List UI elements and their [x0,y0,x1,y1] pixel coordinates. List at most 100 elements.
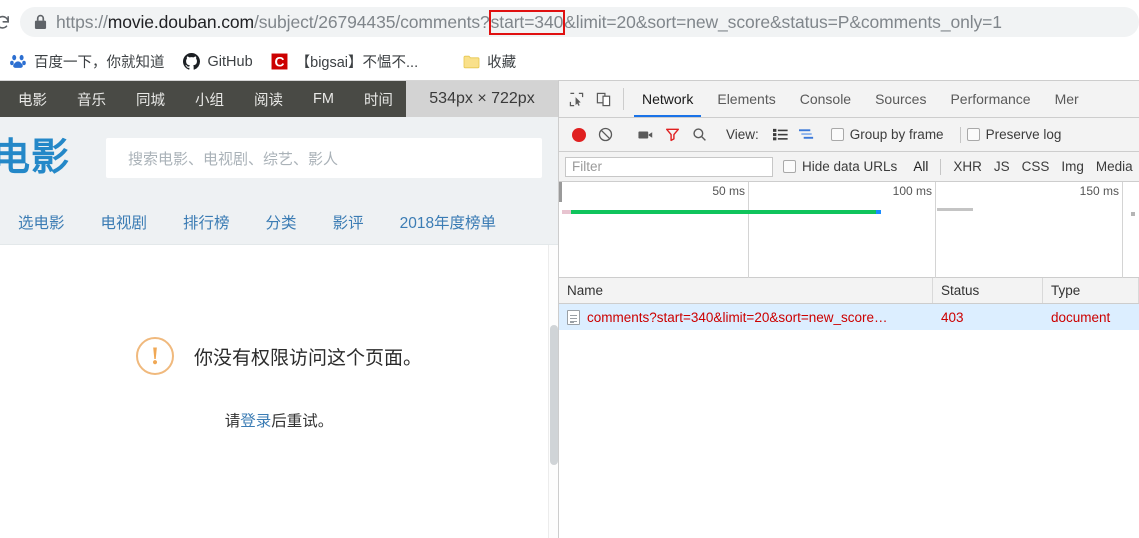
reload-icon[interactable] [0,8,16,36]
topnav-item-read[interactable]: 阅读 [254,89,283,110]
preserve-log-label: Preserve log [985,127,1062,142]
page-scrollbar-thumb[interactable] [550,325,558,465]
bookmark-folder-favorites[interactable]: 收藏 [453,48,525,75]
topnav-item-city[interactable]: 同城 [136,89,165,110]
url-highlight-box: start=340 [488,9,566,35]
toolbar-divider [623,88,624,110]
permission-error-block: ! 你没有权限访问这个页面。 请登录后重试。 [0,245,558,431]
filter-type-css[interactable]: CSS [1022,159,1050,174]
filter-funnel-icon[interactable] [659,127,686,142]
filter-type-media[interactable]: Media [1096,159,1133,174]
timeline-left-marker [559,182,562,202]
error-sub-suffix: 后重试。 [271,413,334,430]
subnav-item-annual-list[interactable]: 2018年度榜单 [400,211,496,233]
bookmarks-bar: 百度一下，你就知道 GitHub C 【bigsai】不愠不... 收藏 [0,44,1139,80]
cell-type: document [1051,309,1111,325]
filter-type-js[interactable]: JS [994,159,1010,174]
topnav-item-time[interactable]: 时间 [364,89,393,110]
cell-status: 403 [941,309,964,325]
bookmark-label: 收藏 [487,55,517,71]
login-link[interactable]: 登录 [240,413,271,430]
douban-logo[interactable]: 电影 [0,139,70,177]
tab-network[interactable]: Network [630,81,705,117]
bookmark-baidu[interactable]: 百度一下，你就知道 [0,48,174,75]
address-bar[interactable]: https://movie.douban.com/subject/2679443… [20,7,1139,37]
column-header-name[interactable]: Name [559,278,933,303]
topnav-item-fm[interactable]: FM [313,91,334,107]
permission-error-subtitle: 请登录后重试。 [225,409,334,431]
bookmark-label: 【bigsai】不愠不... [295,55,419,71]
topnav-item-movie[interactable]: 电影 [18,89,47,110]
view-label: View: [726,127,759,142]
browser-window: https://movie.douban.com/subject/2679443… [0,0,1139,538]
toolbar-divider [959,126,961,143]
filter-input[interactable]: Filter [565,156,773,177]
timeline-tick-100ms: 100 ms [893,182,936,278]
group-by-frame-checkbox[interactable]: Group by frame [830,127,952,142]
tab-sources[interactable]: Sources [863,81,938,117]
topnav-item-music[interactable]: 音乐 [77,89,106,110]
cell-name[interactable]: comments?start=340&limit=20&sort=new_sco… [559,304,933,330]
douban-sub-nav: 选电影 电视剧 排行榜 分类 影评 2018年度榜单 [0,199,558,245]
hide-data-urls-label: Hide data URLs [802,159,898,174]
record-icon[interactable] [565,127,592,142]
column-header-type[interactable]: Type [1043,278,1139,303]
waterfall-view-icon[interactable] [794,128,821,141]
tab-memory[interactable]: Mer [1043,81,1091,117]
device-toolbar-icon[interactable] [590,81,617,117]
column-header-status[interactable]: Status [933,278,1043,303]
group-by-frame-label: Group by frame [849,127,944,142]
subnav-item-tv[interactable]: 电视剧 [101,211,148,233]
filter-type-xhr[interactable]: XHR [953,159,982,174]
topnav-item-group[interactable]: 小组 [195,89,224,110]
subnav-item-reviews[interactable]: 影评 [333,211,364,233]
list-view-icon[interactable] [767,128,794,141]
permission-error-line: ! 你没有权限访问这个页面。 [135,337,422,375]
bookmark-csdn[interactable]: C 【bigsai】不愠不... [262,48,427,75]
baidu-icon [9,53,27,71]
url-domain: movie.douban.com [107,11,254,32]
tab-performance[interactable]: Performance [938,81,1042,117]
filter-type-img[interactable]: Img [1061,159,1084,174]
clear-icon[interactable] [592,127,619,142]
page-scrollbar[interactable] [548,245,558,538]
tab-console[interactable]: Console [788,81,863,117]
svg-text:C: C [275,53,285,69]
subnav-item-pick-movie[interactable]: 选电影 [18,211,65,233]
hide-data-urls-checkbox[interactable]: Hide data URLs [783,159,905,174]
page-body: ! 你没有权限访问这个页面。 请登录后重试。 [0,245,558,538]
douban-header: 电影 搜索电影、电视剧、综艺、影人 [0,117,558,199]
tab-elements[interactable]: Elements [705,81,787,117]
network-table-body: comments?start=340&limit=20&sort=new_sco… [559,304,1139,537]
folder-icon [462,53,480,71]
url-text[interactable]: https://movie.douban.com/subject/2679443… [56,9,1002,35]
table-row[interactable]: comments?start=340&limit=20&sort=new_sco… [559,304,1139,330]
url-scheme: https:// [56,11,108,32]
network-filter-bar: Filter Hide data URLs All XHR JS CSS Img… [559,152,1139,182]
timeline-marker-dot [1131,212,1135,216]
bookmark-label: 百度一下，你就知道 [34,55,165,71]
timeline-bar-request [571,210,876,214]
preserve-log-checkbox[interactable]: Preserve log [966,127,1070,142]
site-search-input[interactable]: 搜索电影、电视剧、综艺、影人 [106,138,543,178]
timeline-tick-label: 50 ms [712,184,745,198]
network-table-header: Name Status Type [559,278,1139,304]
network-timeline-overview[interactable]: 50 ms 100 ms 150 ms [559,182,1139,278]
page-viewport: 电影 音乐 同城 小组 阅读 FM 时间 534px × 722px 电影 搜索… [0,80,558,538]
bookmark-github[interactable]: GitHub [174,50,262,74]
checkbox-box[interactable] [966,128,980,141]
douban-top-nav: 电影 音乐 同城 小组 阅读 FM 时间 534px × 722px [0,81,558,117]
devtools-tabbar: Network Elements Console Sources Perform… [559,81,1139,118]
subnav-item-charts[interactable]: 排行榜 [183,211,230,233]
subnav-item-category[interactable]: 分类 [266,211,297,233]
inspect-element-icon[interactable] [563,81,590,117]
request-name-text: comments?start=340&limit=20&sort=new_sco… [587,309,888,325]
search-icon[interactable] [686,127,713,142]
screenshot-camera-icon[interactable] [632,129,659,141]
filter-divider [940,158,942,175]
checkbox-box[interactable] [783,160,796,173]
filter-type-all[interactable]: All [913,159,928,174]
checkbox-box[interactable] [830,128,844,141]
network-toolbar: View: Group by frame Preserve log [559,118,1139,152]
timeline-tick-50ms: 50 ms [712,182,749,278]
